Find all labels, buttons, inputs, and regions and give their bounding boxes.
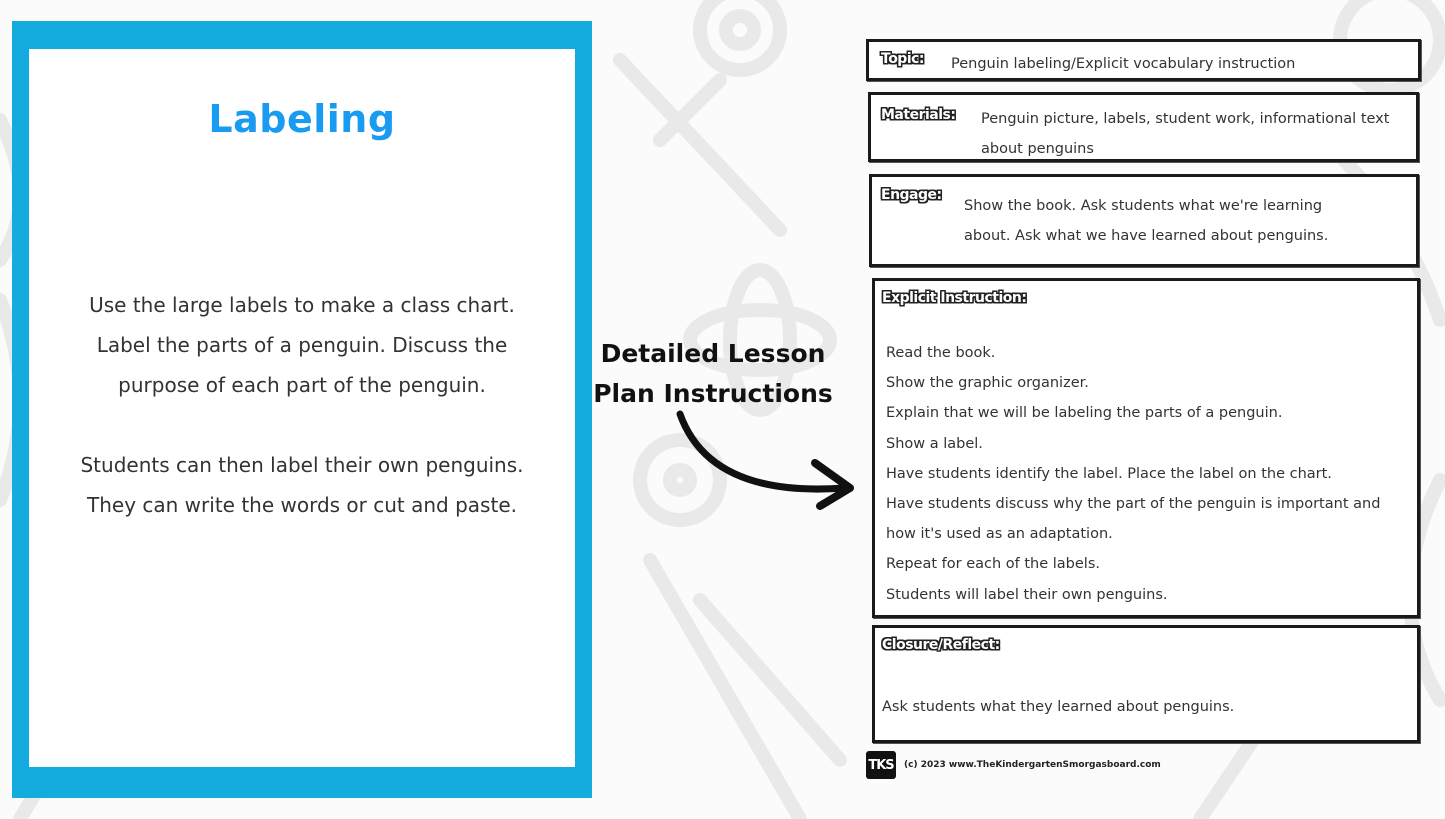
materials-box: Materials: Penguin picture, labels, stud… xyxy=(868,92,1419,162)
tks-logo: TKS xyxy=(866,751,896,779)
copyright-text: (c) 2023 www.TheKindergartenSmorgasboard… xyxy=(904,760,1161,770)
instruction-step: Students will label their own penguins. xyxy=(886,586,1168,603)
instruction-step: Show the graphic organizer. xyxy=(886,375,1089,392)
card-paragraph-1: Use the large labels to make a class cha… xyxy=(89,293,515,397)
footer: TKS (c) 2023 www.TheKindergartenSmorgasb… xyxy=(866,750,1161,780)
instruction-step: Explain that we will be labeling the par… xyxy=(886,405,1283,422)
instruction-step: Have students identify the label. Place … xyxy=(886,465,1332,482)
closure-label: Closure/Reflect: xyxy=(882,637,1000,653)
closure-value: Ask students what they learned about pen… xyxy=(882,699,1235,715)
caption-line-1: Detailed Lesson xyxy=(600,339,826,368)
explicit-instruction-label: Explicit Instruction: xyxy=(882,290,1027,306)
instruction-step: Repeat for each of the labels. xyxy=(886,556,1100,573)
instruction-step: Show a label. xyxy=(886,435,983,452)
engage-value: Show the book. Ask students what we're l… xyxy=(964,198,1329,244)
instruction-steps: Read the book. Show the graphic organize… xyxy=(886,338,1411,610)
materials-value: Penguin picture, labels, student work, i… xyxy=(981,111,1390,157)
curved-arrow-right-icon xyxy=(676,410,854,510)
labeling-card: Labeling Use the large labels to make a … xyxy=(12,21,592,798)
explicit-instruction-box: Explicit Instruction: Read the book. Sho… xyxy=(872,278,1420,618)
card-title: Labeling xyxy=(208,97,396,141)
labeling-card-content: Labeling Use the large labels to make a … xyxy=(29,49,575,767)
topic-label: Topic: xyxy=(881,51,925,67)
caption: Detailed Lesson Plan Instructions xyxy=(588,334,838,414)
engage-box: Engage: Show the book. Ask students what… xyxy=(869,174,1419,267)
closure-box: Closure/Reflect: Ask students what they … xyxy=(872,625,1420,743)
instruction-step: Read the book. xyxy=(886,345,996,361)
engage-label: Engage: xyxy=(881,187,942,203)
topic-value: Penguin labeling/Explicit vocabulary ins… xyxy=(951,56,1296,72)
card-paragraph-2: Students can then label their own pengui… xyxy=(80,453,524,517)
materials-label: Materials: xyxy=(881,107,956,123)
instruction-step: Have students discuss why the part of th… xyxy=(886,496,1381,543)
topic-box: Topic: Penguin labeling/Explicit vocabul… xyxy=(866,39,1421,81)
